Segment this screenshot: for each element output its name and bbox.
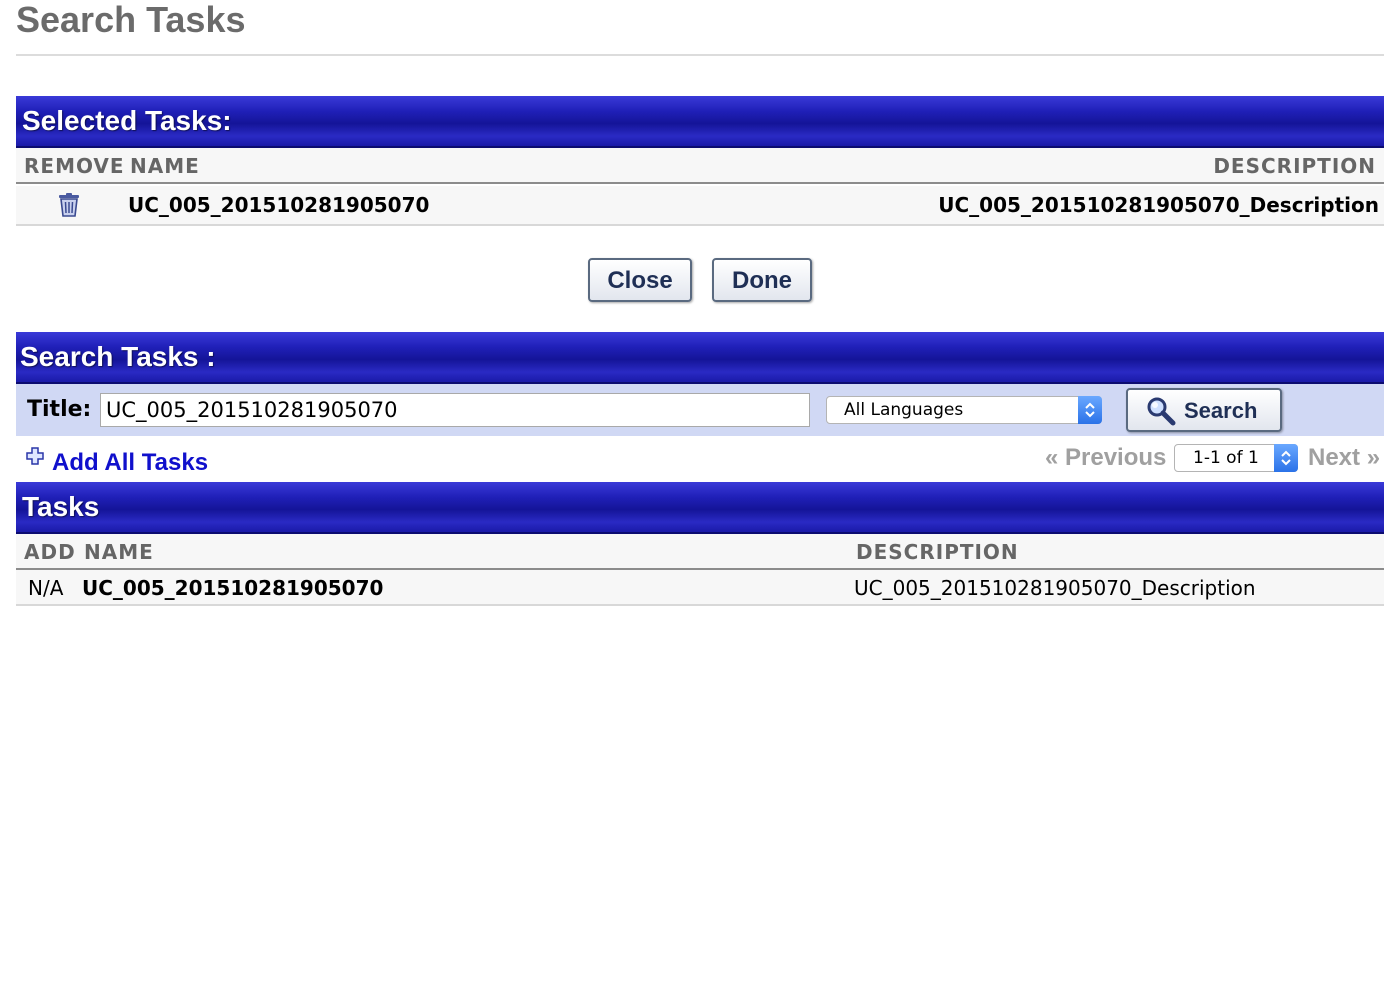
task-row: N/A UC_005_201510281905070 UC_005_201510… <box>16 570 1384 606</box>
done-button[interactable]: Done <box>712 258 812 302</box>
selected-task-description: UC_005_201510281905070_Description <box>938 193 1379 217</box>
search-button-label: Search <box>1184 398 1258 423</box>
close-button[interactable]: Close <box>588 258 692 302</box>
search-tasks-bar: Search Tasks : <box>16 332 1384 384</box>
description-column-header: DESCRIPTION <box>856 540 1019 564</box>
next-link[interactable]: Next » <box>1308 444 1380 472</box>
previous-link[interactable]: « Previous <box>1045 444 1166 472</box>
trash-icon[interactable] <box>56 192 82 218</box>
task-name: UC_005_201510281905070 <box>82 576 384 600</box>
title-divider <box>16 54 1384 56</box>
description-column-header: DESCRIPTION <box>1213 154 1376 178</box>
select-stepper-icon <box>1078 396 1102 424</box>
select-stepper-icon <box>1274 444 1298 472</box>
remove-column-header: REMOVE <box>24 154 125 178</box>
selected-tasks-bar: Selected Tasks: <box>16 96 1384 148</box>
search-tasks-heading: Search Tasks : <box>20 341 216 372</box>
page-range-value: 1-1 of 1 <box>1193 448 1259 468</box>
name-column-header: NAME <box>84 540 154 564</box>
task-description: UC_005_201510281905070_Description <box>854 576 1256 600</box>
tasks-header-row: ADD NAME DESCRIPTION <box>16 534 1384 570</box>
search-filter-row: Title: All Languages Search <box>16 384 1384 436</box>
tasks-bar: Tasks <box>16 482 1384 534</box>
name-column-header: NAME <box>130 154 200 178</box>
title-input[interactable] <box>100 393 810 427</box>
selected-task-row: UC_005_201510281905070 UC_005_2015102819… <box>16 186 1384 226</box>
title-label: Title: <box>27 397 92 422</box>
search-button[interactable]: Search <box>1126 388 1282 432</box>
language-select-value: All Languages <box>844 400 964 420</box>
selected-task-name: UC_005_201510281905070 <box>128 193 430 217</box>
page-range-select[interactable]: 1-1 of 1 <box>1174 444 1298 472</box>
tasks-heading: Tasks <box>22 491 100 522</box>
plus-icon[interactable] <box>26 447 44 465</box>
selected-tasks-header-row: REMOVE NAME DESCRIPTION <box>16 148 1384 184</box>
page-title: Search Tasks <box>16 0 246 40</box>
task-add-value: N/A <box>28 576 64 600</box>
add-all-tasks-link[interactable]: Add All Tasks <box>52 449 208 477</box>
selected-tasks-heading: Selected Tasks: <box>22 105 232 136</box>
add-column-header: ADD <box>24 540 76 564</box>
language-select[interactable]: All Languages <box>826 396 1102 424</box>
magnifier-icon <box>1147 397 1176 426</box>
